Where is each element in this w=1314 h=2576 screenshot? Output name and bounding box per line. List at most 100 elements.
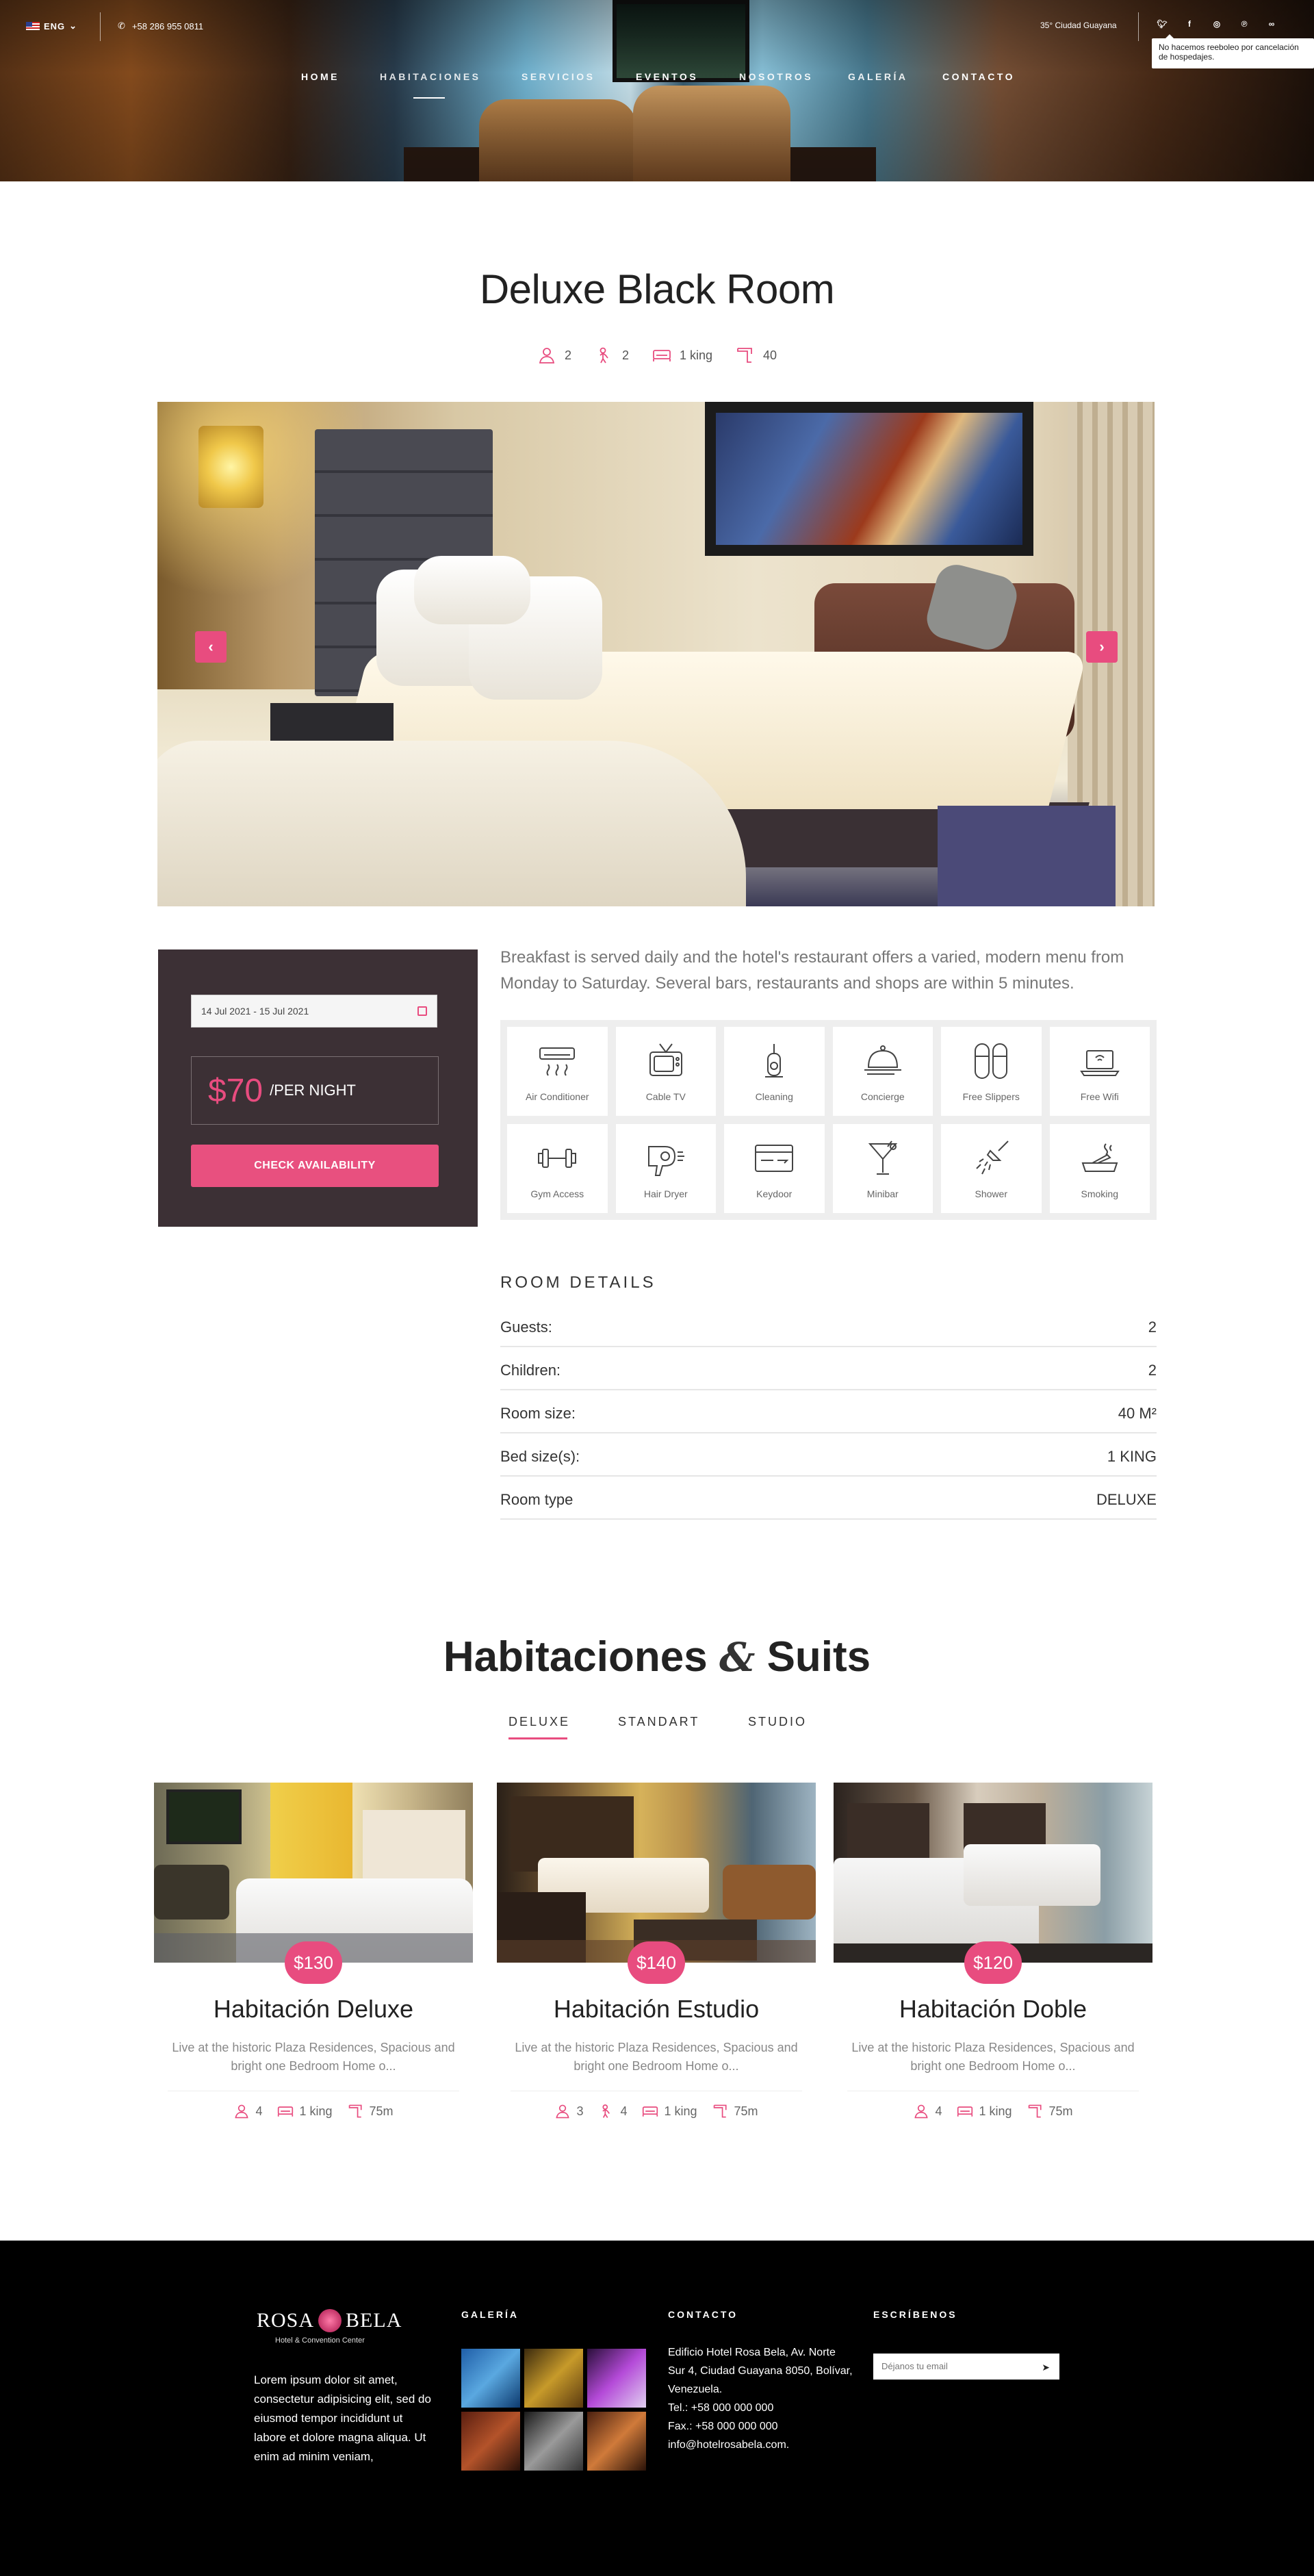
pinterest-icon[interactable]: ℗ (1237, 19, 1251, 29)
tv-icon (649, 1043, 682, 1076)
date-range-input[interactable]: 14 Jul 2021 - 15 Jul 2021 (191, 995, 437, 1028)
gallery-thumb[interactable] (587, 2412, 646, 2471)
nav-habitaciones[interactable]: HABITACIONES (380, 71, 481, 82)
price-badge: $130 (285, 1941, 342, 1984)
room-card-stats: 4 1 king 75m (834, 2103, 1152, 2119)
wall-lamp (198, 426, 263, 508)
instagram-icon[interactable]: ◎ (1210, 19, 1224, 29)
tab-standart[interactable]: STANDART (618, 1715, 699, 1729)
room-card-image[interactable] (834, 1783, 1152, 1963)
gallery-prev-button[interactable]: ‹ (195, 631, 227, 663)
amenity-shower: Shower (941, 1124, 1042, 1213)
amenity-air-conditioner: Air Conditioner (507, 1027, 608, 1116)
amenity-gym-access: Gym Access (507, 1124, 608, 1213)
room-card-stats: 4 1 king 75m (154, 2103, 473, 2119)
amenities-grid: Air Conditioner Cable TV Cleaning Concie… (500, 1020, 1157, 1220)
nav-galeria[interactable]: GALERÍA (848, 71, 908, 82)
footer-fax: Fax.: +58 000 000 000 (668, 2421, 778, 2432)
price-value: $70 (208, 1072, 263, 1109)
amenity-free-slippers: Free Slippers (941, 1027, 1042, 1116)
logo-subtitle: Hotel & Convention Center (275, 2336, 365, 2345)
room-size-icon (713, 2104, 727, 2118)
room-card-image[interactable] (497, 1783, 816, 1963)
footer-gallery (461, 2349, 646, 2471)
phone-number: +58 286 955 0811 (131, 21, 204, 31)
language-selector[interactable]: ENG ⌄ (26, 21, 77, 31)
room-size-icon (348, 2104, 362, 2118)
room-card[interactable]: $140 Habitación Estudio Live at the hist… (497, 1783, 816, 2119)
room-meta-bed: 1 king (652, 346, 712, 365)
child-icon (602, 2104, 610, 2118)
footer-about: Lorem ipsum dolor sit amet, consectetur … (254, 2373, 431, 2463)
amenity-smoking: Smoking (1049, 1124, 1150, 1213)
dumbbell-icon (538, 1149, 577, 1168)
date-range-value: 14 Jul 2021 - 15 Jul 2021 (201, 1006, 309, 1017)
gallery-thumb[interactable] (587, 2349, 646, 2408)
footer-contact: Edificio Hotel Rosa Bela, Av. Norte Sur … (668, 2343, 853, 2454)
footer-email[interactable]: info@hotelrosabela.com. (668, 2436, 853, 2454)
laptop-wifi-icon (1079, 1050, 1120, 1076)
tab-studio[interactable]: STUDIO (748, 1715, 807, 1729)
gallery-thumb[interactable] (524, 2412, 583, 2471)
keycard-icon (755, 1145, 794, 1172)
room-card-description: Live at the historic Plaza Residences, S… (172, 2041, 455, 2073)
tripadvisor-icon[interactable]: ∞ (1265, 19, 1278, 29)
nav-nosotros[interactable]: NOSOTROS (739, 71, 813, 82)
ashtray-icon (1081, 1143, 1118, 1172)
room-gallery: ‹ › (157, 402, 1155, 906)
amenity-cable-tv: Cable TV (615, 1027, 716, 1116)
phone-link[interactable]: ✆ +58 286 955 0811 (118, 21, 203, 31)
hair-dryer-icon (647, 1146, 684, 1176)
gallery-thumb[interactable] (461, 2349, 520, 2408)
room-card[interactable]: $130 Habitación Deluxe Live at the histo… (154, 1783, 473, 2119)
gallery-next-button[interactable]: › (1086, 631, 1118, 663)
bed-icon (643, 2106, 658, 2117)
room-meta: 2 2 1 king 40 (0, 346, 1314, 365)
footer-tel[interactable]: Tel.: +58 000 000 000 (668, 2399, 853, 2417)
social-links: 🐦︎ f ◎ ℗ ∞ (1155, 19, 1278, 29)
cocktail-icon (868, 1140, 897, 1175)
shower-icon (976, 1140, 1009, 1175)
footer-gallery-title: GALERÍA (461, 2309, 519, 2320)
bed-icon (653, 350, 671, 361)
room-card-title[interactable]: Habitación Deluxe (154, 1995, 473, 2024)
send-icon[interactable]: ➤ (1042, 2362, 1050, 2373)
second-bed (157, 741, 746, 906)
room-title: Deluxe Black Room (479, 266, 835, 312)
tab-active-indicator (508, 1737, 567, 1739)
chevron-down-icon: ⌄ (69, 21, 78, 31)
twitter-icon[interactable]: 🐦︎ (1155, 19, 1169, 29)
amenity-minibar: Minibar (832, 1124, 933, 1213)
weather-label: 35° Ciudad Guayana (1040, 21, 1117, 30)
room-card-title[interactable]: Habitación Estudio (497, 1995, 816, 2024)
calendar-icon (417, 1006, 427, 1016)
room-card-image[interactable] (154, 1783, 473, 1963)
nav-active-indicator (413, 97, 445, 99)
slippers-icon (975, 1043, 1008, 1079)
footer-write-title: ESCRÍBENOS (873, 2309, 957, 2320)
room-card-description: Live at the historic Plaza Residences, S… (851, 2041, 1135, 2073)
room-card-title[interactable]: Habitación Doble (834, 1995, 1152, 2024)
amenity-cleaning: Cleaning (724, 1027, 825, 1116)
room-card[interactable]: $120 Habitación Doble Live at the histor… (834, 1783, 1152, 2119)
gallery-thumb[interactable] (524, 2349, 583, 2408)
footer-logo[interactable]: ROSA BELA (257, 2309, 402, 2332)
footer-address: Edificio Hotel Rosa Bela, Av. Norte Sur … (668, 2347, 853, 2395)
facebook-icon[interactable]: f (1183, 19, 1196, 29)
nav-contacto[interactable]: CONTACTO (942, 71, 1015, 82)
newsletter-email-input[interactable]: Déjanos tu email ➤ (873, 2354, 1059, 2380)
amenity-keydoor: Keydoor (724, 1124, 825, 1213)
detail-row-size: Room size: 40 M² (500, 1390, 1157, 1433)
room-size-icon (737, 348, 752, 363)
room-meta-size: 40 (736, 346, 777, 365)
guest-icon (235, 2104, 249, 2119)
tab-deluxe[interactable]: DELUXE (508, 1715, 570, 1729)
check-availability-button[interactable]: CHECK AVAILABILITY (191, 1145, 439, 1187)
gallery-thumb[interactable] (461, 2412, 520, 2471)
nav-home[interactable]: HOME (301, 71, 339, 82)
nav-eventos[interactable]: EVENTOS (636, 71, 698, 82)
price-box: $70 /PER NIGHT (191, 1056, 439, 1125)
detail-row-guests: Guests: 2 (500, 1304, 1157, 1347)
detail-row-children: Children: 2 (500, 1347, 1157, 1390)
nav-servicios[interactable]: SERVICIOS (521, 71, 595, 82)
